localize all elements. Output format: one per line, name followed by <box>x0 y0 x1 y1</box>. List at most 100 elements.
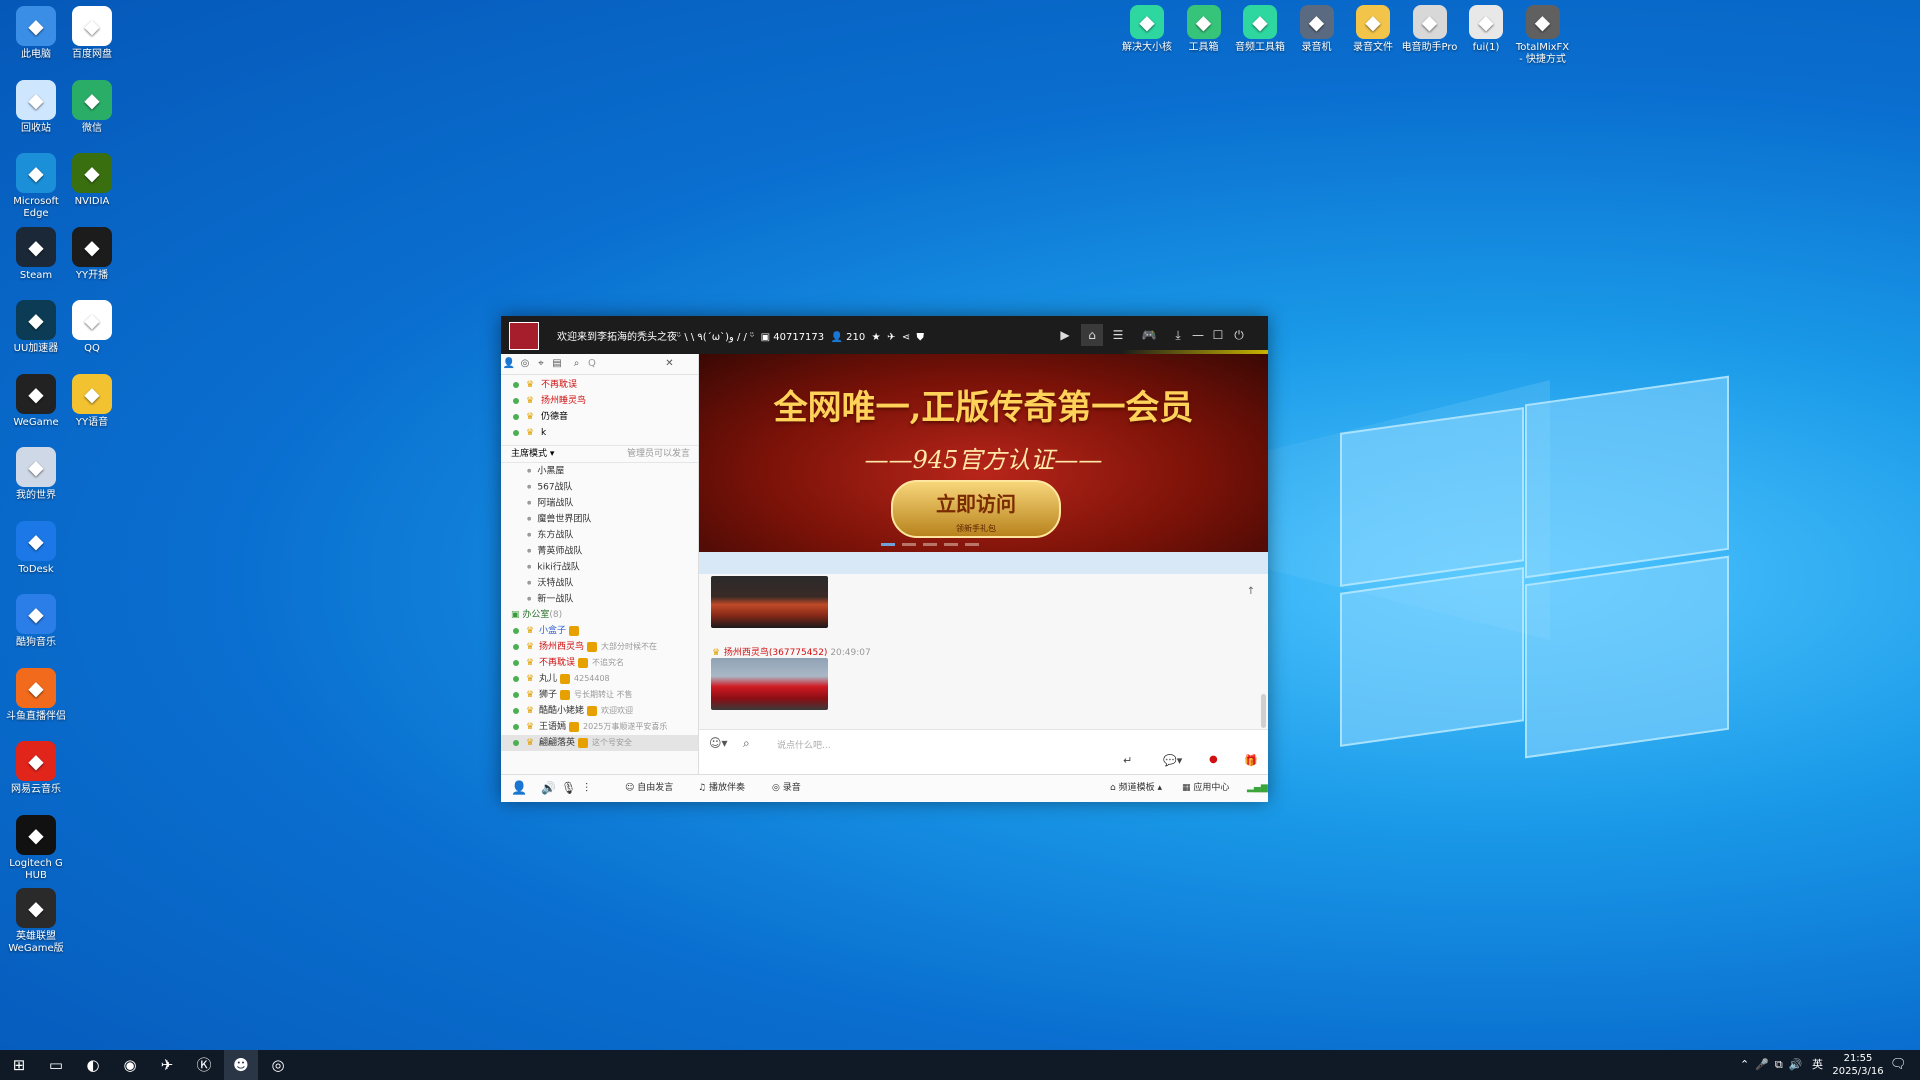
banner-pager-dot[interactable] <box>881 543 895 546</box>
maximize-icon[interactable]: ☐ <box>1207 324 1229 346</box>
chat-image-car[interactable] <box>711 576 828 628</box>
my-avatar-icon[interactable]: 👤 <box>511 775 527 802</box>
search-input[interactable]: Q <box>588 354 658 374</box>
sub-channel[interactable]: 菁英师战队 <box>501 543 698 559</box>
location-icon[interactable]: ⌖ <box>533 354 549 374</box>
vip-user[interactable]: ♛ 扬州睡灵鸟 <box>501 393 698 409</box>
sub-channel[interactable]: 新一战队 <box>501 591 698 607</box>
gamepad-icon[interactable]: 🎮 <box>1138 324 1160 346</box>
desktop-icon[interactable]: ◆ 电音助手Pro <box>1400 5 1460 54</box>
desktop-icon[interactable]: ◆ 我的世界 <box>0 447 72 502</box>
tray-icons[interactable]: ⌃🎤⧉🔊 <box>1740 1050 1808 1080</box>
desktop-icon[interactable]: ◆ 解决大小核 <box>1117 5 1177 54</box>
desktop-icon[interactable]: ◆ YY语音 <box>56 373 128 429</box>
chat-sender[interactable]: 扬州西灵鸟(367775452) <box>724 648 828 658</box>
desktop-icon[interactable]: ◆ TotalMixFX - 快捷方式 <box>1513 5 1573 66</box>
vip-user[interactable]: ♛ k <box>501 425 698 441</box>
task-view-icon[interactable]: ▭ <box>39 1050 73 1080</box>
sub-channel[interactable]: kiki行战队 <box>501 559 698 575</box>
sub-channel[interactable]: 东方战队 <box>501 527 698 543</box>
kugou-icon[interactable]: Ⓚ <box>187 1050 221 1080</box>
speaker-icon[interactable]: 🔊 <box>541 775 556 802</box>
chat-bubble-icon[interactable]: 💬▾ <box>1163 754 1182 767</box>
mixer-icon[interactable]: ⫶ <box>585 775 588 802</box>
member-row[interactable]: ♛ 狮子 号长期转让 不售 <box>501 687 698 703</box>
ad-banner[interactable]: 全网唯一,正版传奇第一会员 ——945官方认证—— 立即访问 领新手礼包 <box>699 354 1268 552</box>
favorite-icon[interactable]: ★ <box>872 332 881 343</box>
banner-pager-dot[interactable] <box>965 543 979 546</box>
member-icon[interactable]: 👤 <box>501 354 517 374</box>
scroll-top-icon[interactable]: ↑ <box>1244 586 1258 600</box>
member-row[interactable]: ♛ 酷酷小姥姥 欢迎欢迎 <box>501 703 698 719</box>
emoji-icon[interactable]: ☺▾ <box>709 736 728 750</box>
desktop-icon[interactable]: ◆ 酷狗音乐 <box>0 594 72 649</box>
chat-input[interactable]: 说点什么吧... <box>777 738 831 751</box>
desktop-icon[interactable]: ◆ 百度网盘 <box>56 6 128 61</box>
member-row[interactable]: ♛ 小盒子 <box>501 623 698 639</box>
desktop-icon[interactable]: ◆ NVIDIA <box>56 153 128 208</box>
desktop-icon[interactable]: ◆ ToDesk <box>0 520 72 576</box>
ime-indicator[interactable]: 英 <box>1812 1050 1823 1080</box>
desktop-icon[interactable]: ◆ 英雄联盟WeGame版 <box>0 888 72 955</box>
chevron-down-icon[interactable]: ▾ <box>550 449 555 459</box>
banner-pager-dot[interactable] <box>902 543 916 546</box>
start-icon[interactable]: ⊞ <box>2 1050 36 1080</box>
member-row[interactable]: ♛ 扬州西灵鸟 大部分时候不在 <box>501 639 698 655</box>
desktop-icon[interactable]: ◆ 微信 <box>56 79 128 135</box>
desktop-icon[interactable]: ◆ 录音文件 <box>1343 5 1403 54</box>
desktop-icon[interactable]: ◆ 网易云音乐 <box>0 741 72 796</box>
desktop-icon[interactable]: ◆ Logitech G HUB <box>0 814 72 882</box>
rose-icon[interactable]: ● <box>1209 754 1218 765</box>
channel-tree-icon[interactable]: ◎ <box>517 354 533 374</box>
clock[interactable]: 21:55 2025/3/16 <box>1830 1052 1886 1078</box>
vip-user[interactable]: ♛ 不再耽误 <box>501 377 698 393</box>
yy-voice-icon[interactable]: ☻ <box>224 1050 258 1080</box>
sub-channel[interactable]: 小黑屋 <box>501 463 698 479</box>
desktop-icon[interactable]: ◆ QQ <box>56 300 128 355</box>
microphone-icon[interactable]: 🎙 <box>561 775 576 802</box>
desktop-icon[interactable]: ◆ YY开播 <box>56 226 128 282</box>
desktop-icon[interactable]: ◆ 工具箱 <box>1174 5 1234 54</box>
window-title-bar[interactable]: 欢迎来到李拓海的秃头之夜ᵕ̈ \ \ ٩(ˊωˋ)و / / ᵕ̈ ▣ 4071… <box>501 316 1268 354</box>
sub-channel[interactable]: 阿瑞战队 <box>501 495 698 511</box>
chat-image-car[interactable] <box>711 658 828 710</box>
member-row[interactable]: ♛ 王语嫣 2025万事顺遂平安喜乐 <box>501 719 698 735</box>
close-icon[interactable]: ✕ <box>662 354 678 374</box>
douyu-icon[interactable]: ◐ <box>76 1050 110 1080</box>
member-row[interactable]: ♛ 翩翩落英 这个号安全 <box>501 735 698 751</box>
sub-channel[interactable]: 567战队 <box>501 479 698 495</box>
search-icon[interactable]: ⌕ <box>569 354 585 374</box>
power-icon[interactable]: ⏻ <box>1228 324 1250 346</box>
member-row[interactable]: ♛ 不再耽误 不追究名 <box>501 655 698 671</box>
video-icon[interactable]: ▶ <box>1054 324 1076 346</box>
play-music-button[interactable]: ♫ 播放伴奏 <box>698 775 745 802</box>
free-speak-button[interactable]: ☺ 自由发言 <box>625 775 673 802</box>
vip-user[interactable]: ♛ 仍德音 <box>501 409 698 425</box>
share-icon[interactable]: ⋖ <box>902 332 910 343</box>
desktop-icon[interactable]: ◆ 音频工具箱 <box>1230 5 1290 54</box>
channel-template-button[interactable]: ⌂ 频道模板 ▴ <box>1110 775 1162 802</box>
chat-scrollbar[interactable] <box>1261 694 1266 728</box>
mode-label[interactable]: 主席模式 <box>501 449 547 459</box>
app-center-button[interactable]: ▦ 应用中心 <box>1182 775 1229 802</box>
channel-avatar[interactable] <box>509 322 539 350</box>
flight-icon[interactable]: ✈ <box>150 1050 184 1080</box>
search-image-icon[interactable]: ⌕ <box>743 736 750 751</box>
steam-icon[interactable]: ◉ <box>113 1050 147 1080</box>
banner-pager-dot[interactable] <box>923 543 937 546</box>
banner-pager-dot[interactable] <box>944 543 958 546</box>
netease-music-icon[interactable]: ◎ <box>261 1050 295 1080</box>
sub-channel[interactable]: 沃特战队 <box>501 575 698 591</box>
follow-icon[interactable]: ✈ <box>887 332 895 343</box>
notification-icon[interactable]: 🗨 <box>1890 1050 1907 1080</box>
notes-icon[interactable]: ▤ <box>549 354 565 374</box>
desktop-icon[interactable]: ◆ 录音机 <box>1287 5 1347 54</box>
shield-icon[interactable]: ⛊ <box>916 332 924 343</box>
desktop-icon[interactable]: ◆ fui(1) <box>1456 5 1516 54</box>
download-icon[interactable]: ⤓ <box>1167 324 1189 346</box>
list-icon[interactable]: ☰ <box>1107 324 1129 346</box>
minimize-icon[interactable]: — <box>1187 324 1209 346</box>
record-button[interactable]: ◎ 录音 <box>772 775 801 802</box>
desktop-icon[interactable]: ◆ 斗鱼直播伴侣 <box>0 667 72 723</box>
gift-icon[interactable]: 🎁 <box>1244 754 1258 767</box>
